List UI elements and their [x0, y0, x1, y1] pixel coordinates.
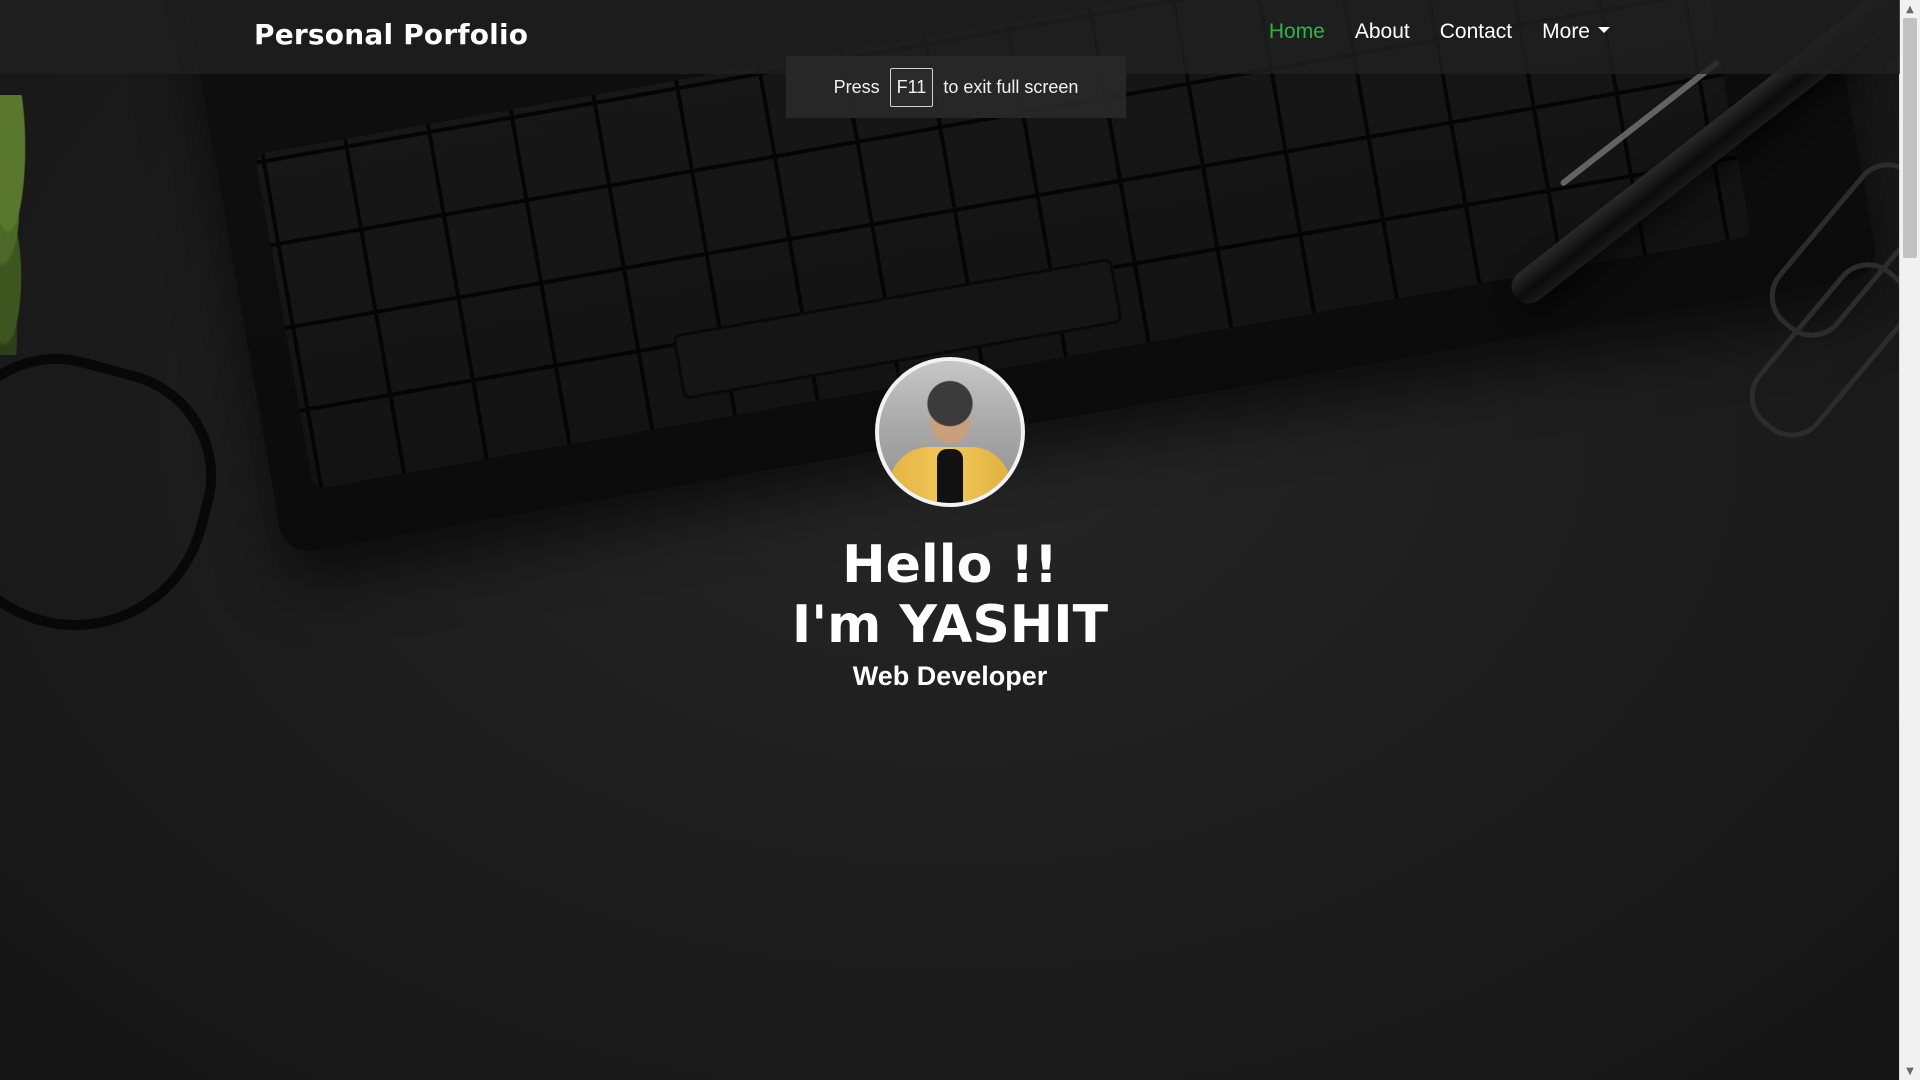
avatar-shirt — [937, 449, 963, 503]
profile-avatar — [875, 357, 1025, 507]
nav-more-dropdown[interactable]: More — [1542, 20, 1610, 44]
scrollbar-thumb[interactable] — [1903, 18, 1917, 258]
fullscreen-notice-press: Press — [833, 76, 880, 97]
brand-title[interactable]: Personal Porfolio — [254, 18, 528, 51]
nav-links: Home About Contact More — [1269, 20, 1610, 44]
nav-home-link[interactable]: Home — [1269, 20, 1325, 44]
plant-decoration — [0, 95, 50, 355]
nav-about-link[interactable]: About — [1355, 20, 1410, 44]
scroll-up-arrow-icon[interactable]: ▲ — [1900, 0, 1920, 18]
chevron-down-icon — [1598, 27, 1610, 34]
scroll-down-arrow-icon[interactable]: ▼ — [1900, 1062, 1920, 1080]
fullscreen-exit-notice: Press F11 to exit full screen — [786, 56, 1126, 118]
hero-role: Web Developer — [852, 661, 1048, 691]
nav-more-label: More — [1542, 20, 1590, 43]
vertical-scrollbar[interactable]: ▲ ▼ — [1899, 0, 1920, 1080]
fullscreen-notice-suffix: to exit full screen — [943, 76, 1079, 97]
nav-contact-link[interactable]: Contact — [1440, 20, 1512, 44]
hero-greeting: Hello !! — [842, 535, 1058, 595]
f11-key-badge: F11 — [889, 67, 934, 107]
page-background: Personal Porfolio Home About Contact Mor… — [0, 0, 1900, 1080]
hero-section: Hello !! I'm YASHIT Web Developer — [0, 357, 1900, 692]
hero-name: I'm YASHIT — [791, 595, 1109, 655]
